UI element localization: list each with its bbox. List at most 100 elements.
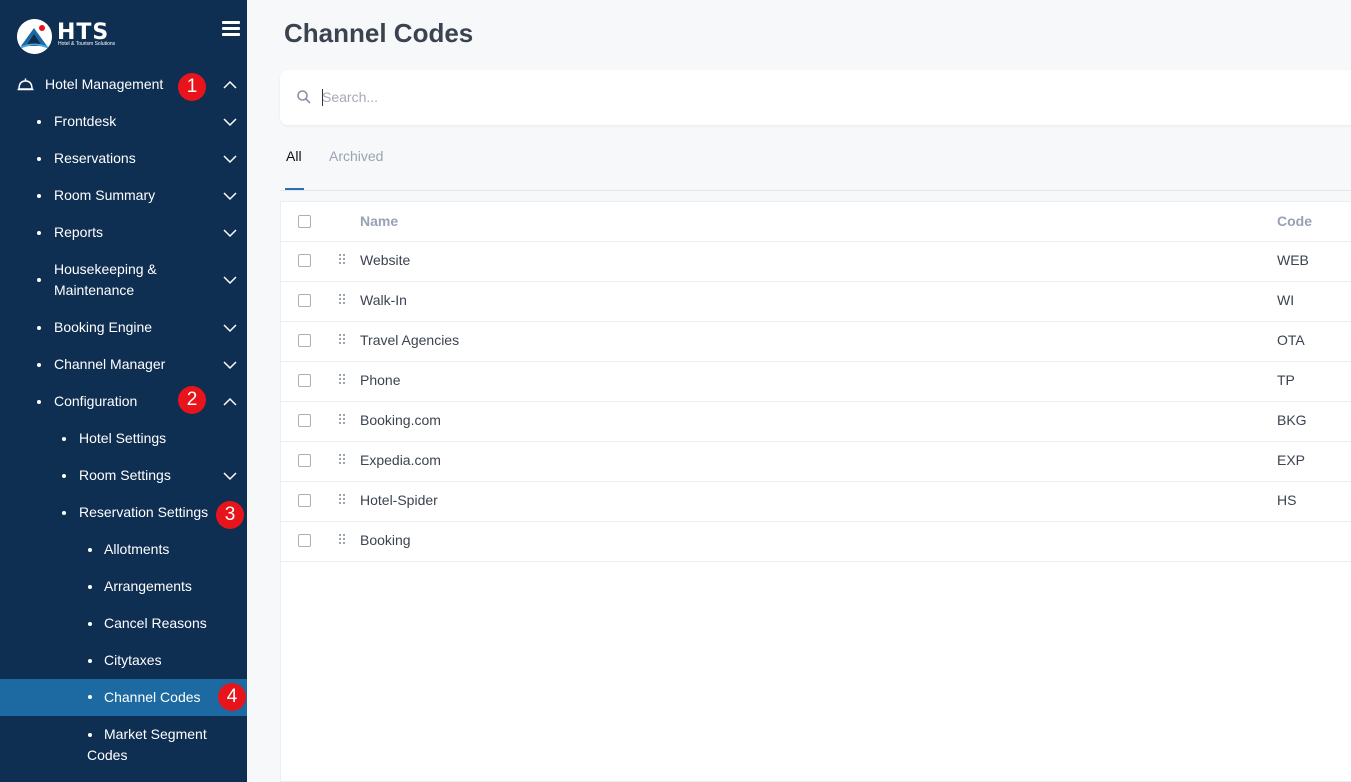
chevron-down-icon[interactable] [223,275,237,285]
chevron-down-icon[interactable] [223,360,237,370]
tab-all[interactable]: All [286,148,302,164]
row-checkbox[interactable] [298,374,311,387]
logo[interactable]: HTS Hotel & Tourism Solutions [0,0,247,70]
bullet [37,231,41,235]
chevron-up-icon[interactable] [223,80,237,90]
sidebar-label-line2: Maintenance [54,282,135,298]
chevron-down-icon[interactable] [223,323,237,333]
tabs-divider [280,190,1351,191]
search-icon [297,90,311,104]
column-header-code[interactable]: Code [1277,213,1312,229]
sidebar-item-configuration[interactable]: Configuration [0,391,247,413]
table-row[interactable]: Expedia.com EXP [281,441,1351,482]
bullet [88,695,92,699]
bullet [37,278,41,282]
tab-archived[interactable]: Archived [329,148,383,164]
sidebar-label: Allotments [104,541,170,557]
table-row[interactable]: Booking [281,521,1351,562]
table-row[interactable]: Booking.com BKG [281,401,1351,442]
bullet [37,326,41,330]
sidebar-item-room-summary[interactable]: Room Summary [0,185,247,207]
bullet [88,548,92,552]
bullet [88,659,92,663]
sidebar-item-reports[interactable]: Reports [0,222,247,244]
sidebar-label: Frontdesk [54,113,117,129]
sidebar-item-hotel-settings[interactable]: Hotel Settings [0,428,247,450]
column-header-name[interactable]: Name [360,213,398,229]
bullet [37,120,41,124]
chevron-down-icon[interactable] [223,228,237,238]
sidebar-item-reservations[interactable]: Reservations [0,148,247,170]
row-checkbox[interactable] [298,334,311,347]
drag-handle-icon[interactable] [339,454,347,467]
sidebar-item-market-segment-codes[interactable]: Market Segment Codes [0,724,247,767]
cell-name: Phone [360,372,401,388]
sidebar-label: Configuration [54,393,138,409]
cell-code: WI [1277,292,1295,308]
sidebar-label: Hotel Settings [79,430,167,446]
sidebar-item-hotel-management[interactable]: Hotel Management [0,74,247,96]
cell-name: Website [360,252,411,268]
sidebar-item-cancel-reasons[interactable]: Cancel Reasons [0,613,247,635]
bullet [62,511,66,515]
chevron-down-icon[interactable] [223,471,237,481]
logo-icon [17,19,52,54]
drag-handle-icon[interactable] [339,534,347,547]
cell-code: HS [1277,492,1297,508]
bullet [88,585,92,589]
sidebar-item-arrangements[interactable]: Arrangements [0,576,247,598]
sidebar-item-channel-codes[interactable]: Channel Codes [0,679,247,716]
cell-name: Expedia.com [360,452,441,468]
chevron-down-icon[interactable] [223,154,237,164]
row-checkbox[interactable] [298,454,311,467]
select-all-checkbox[interactable] [298,215,311,228]
sidebar-item-reservation-settings[interactable]: Reservation Settings [0,502,247,524]
chevron-down-icon[interactable] [223,117,237,127]
drag-handle-icon[interactable] [339,294,347,307]
table-row[interactable]: Walk-In WI [281,281,1351,322]
hamburger-menu-icon[interactable] [222,21,240,37]
page-title: Channel Codes [284,18,474,48]
sidebar-label: Market Segment [104,726,207,742]
sidebar-item-housekeeping[interactable]: Housekeeping & Maintenance [0,259,247,302]
table-row[interactable]: Travel Agencies OTA [281,321,1351,362]
drag-handle-icon[interactable] [339,334,347,347]
row-checkbox[interactable] [298,254,311,267]
sidebar-label: Booking Engine [54,319,153,335]
bullet [37,400,41,404]
bullet [88,622,92,626]
drag-handle-icon[interactable] [339,374,347,387]
cell-code: OTA [1277,332,1305,348]
table-row[interactable]: Phone TP [281,361,1351,402]
drag-handle-icon[interactable] [339,414,347,427]
table-row[interactable]: Website WEB [281,241,1351,282]
row-checkbox[interactable] [298,494,311,507]
cell-code: WEB [1277,252,1309,268]
channel-codes-table: Name Code Website WEB Walk-In WI Travel Agen… [280,201,1351,782]
cell-name: Hotel-Spider [360,492,438,508]
sidebar-label-line2: Codes [87,747,128,763]
search-input[interactable] [322,87,1222,107]
cell-name: Walk-In [360,292,407,308]
drag-handle-icon[interactable] [339,254,347,267]
bullet [37,157,41,161]
sidebar-item-booking-engine[interactable]: Booking Engine [0,317,247,339]
row-checkbox[interactable] [298,534,311,547]
sidebar-item-channel-manager[interactable]: Channel Manager [0,354,247,376]
sidebar-item-room-settings[interactable]: Room Settings [0,465,247,487]
sidebar-item-frontdesk[interactable]: Frontdesk [0,111,247,133]
sidebar-label: Reservations [54,150,136,166]
sidebar-label: Hotel Management [45,76,164,92]
drag-handle-icon[interactable] [339,494,347,507]
cell-name: Travel Agencies [360,332,460,348]
sidebar-label: Channel Codes [104,689,201,705]
sidebar-item-allotments[interactable]: Allotments [0,539,247,561]
row-checkbox[interactable] [298,414,311,427]
table-row[interactable]: Hotel-Spider HS [281,481,1351,522]
bullet [37,194,41,198]
sidebar: HTS Hotel & Tourism Solutions Hotel Mana… [0,0,247,782]
chevron-down-icon[interactable] [223,191,237,201]
chevron-up-icon[interactable] [223,397,237,407]
row-checkbox[interactable] [298,294,311,307]
sidebar-item-citytaxes[interactable]: Citytaxes [0,650,247,672]
